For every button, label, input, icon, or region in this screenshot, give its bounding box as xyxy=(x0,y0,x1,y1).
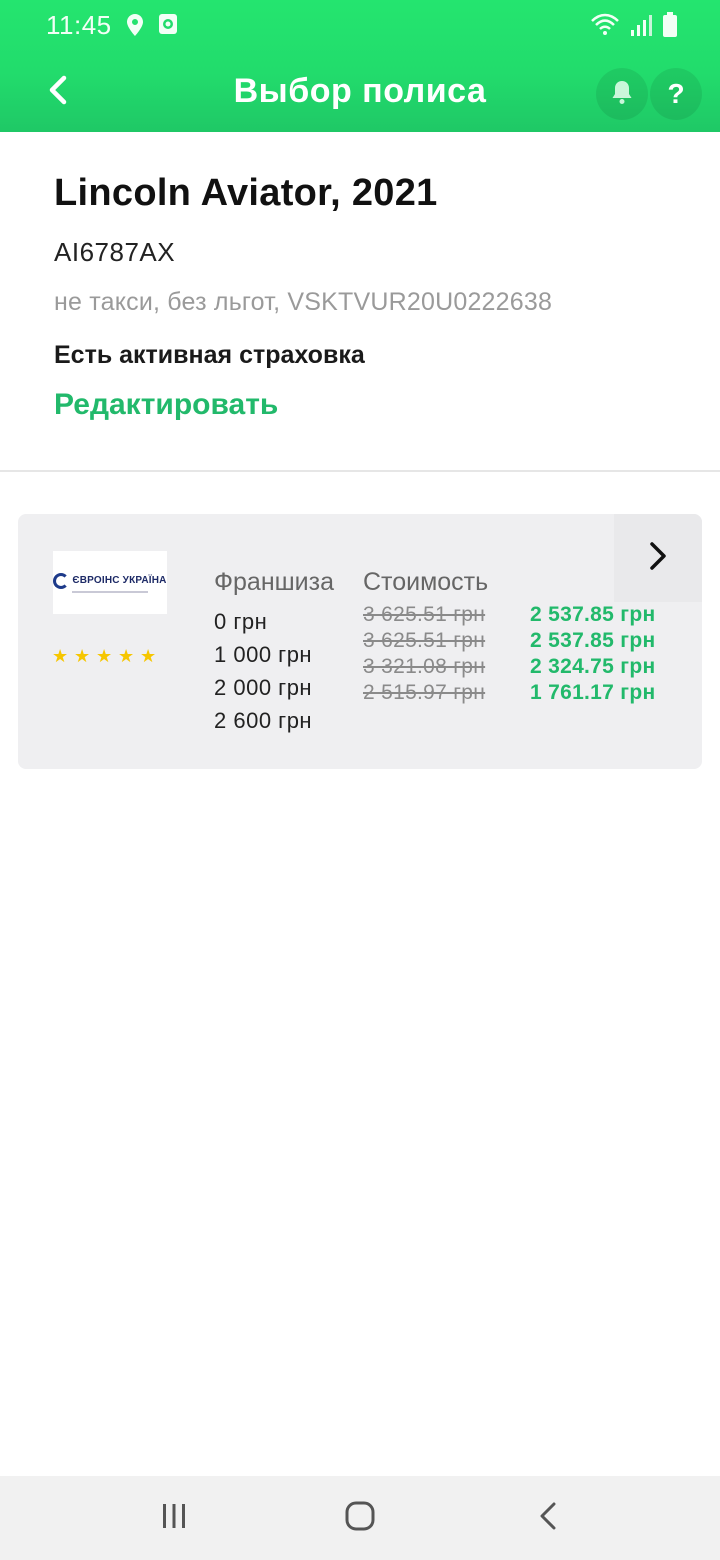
old-price: 3 625.51 грн xyxy=(363,629,486,652)
discounted-price: 2 537.85 грн xyxy=(530,629,656,652)
old-price: 2 515.97 грн xyxy=(363,681,486,704)
vehicle-info: Lincoln Aviator, 2021 AI6787AX не такси,… xyxy=(54,172,674,422)
insurance-status: Есть активная страховка xyxy=(54,341,365,369)
insurer-logo-mark xyxy=(53,572,70,589)
old-price: 3 321.08 грн xyxy=(363,655,486,678)
open-offer-button[interactable] xyxy=(614,514,702,602)
camera-notification-icon xyxy=(158,13,178,40)
battery-icon xyxy=(662,12,678,43)
wifi-icon xyxy=(590,13,620,42)
back-icon xyxy=(538,1501,558,1536)
franchise-list: 0 грн 1 000 грн 2 000 грн 2 600 грн xyxy=(214,608,312,740)
app-bar: Выбор полиса ? xyxy=(0,52,720,132)
star-icon: ★ xyxy=(52,646,69,666)
discounted-price: 1 761.17 грн xyxy=(530,681,656,704)
franchise-value: 2 000 грн xyxy=(214,675,313,700)
discounted-price: 2 537.85 грн xyxy=(530,603,656,626)
app-header: 11:45 Выбор полиса ? xyxy=(0,0,720,132)
franchise-value: 1 000 грн xyxy=(214,642,313,667)
notifications-button[interactable] xyxy=(596,68,648,120)
vehicle-name: Lincoln Aviator, 2021 xyxy=(54,172,438,214)
home-button[interactable] xyxy=(336,1494,384,1542)
insurer-logo-text: ЄВРОІНС УКРАЇНА xyxy=(72,575,167,586)
section-divider xyxy=(0,470,720,472)
franchise-value: 2 600 грн xyxy=(214,708,313,733)
status-bar: 11:45 xyxy=(0,0,720,52)
policy-offer-card[interactable]: ЄВРОІНС УКРАЇНА ★ ★ ★ ★ ★ Франшиза Стоим… xyxy=(18,514,702,769)
recent-apps-button[interactable] xyxy=(150,1494,198,1542)
home-icon xyxy=(344,1500,376,1537)
cost-header: Стоимость xyxy=(363,568,489,596)
status-time: 11:45 xyxy=(46,10,112,40)
signal-icon xyxy=(630,13,652,42)
discounted-price: 2 324.75 грн xyxy=(530,655,656,678)
star-icon: ★ xyxy=(96,646,113,666)
franchise-header: Франшиза xyxy=(214,568,335,596)
franchise-value: 0 грн xyxy=(214,609,268,634)
recent-apps-icon xyxy=(160,1502,188,1535)
star-icon: ★ xyxy=(118,646,135,666)
license-plate: AI6787AX xyxy=(54,237,176,267)
rating-stars: ★ ★ ★ ★ ★ xyxy=(52,647,158,665)
help-button[interactable]: ? xyxy=(650,68,702,120)
star-icon: ★ xyxy=(74,646,91,666)
star-icon: ★ xyxy=(140,646,157,666)
status-right-icons xyxy=(590,12,678,43)
insurer-logo-subline xyxy=(72,590,148,593)
location-icon xyxy=(126,13,144,42)
system-nav-bar xyxy=(0,1476,720,1560)
bell-icon xyxy=(611,79,633,110)
old-price-list: 3 625.51 грн 3 625.51 грн 3 321.08 грн 2… xyxy=(363,602,485,706)
system-back-button[interactable] xyxy=(524,1494,572,1542)
old-price: 3 625.51 грн xyxy=(363,603,486,626)
edit-button[interactable]: Редактировать xyxy=(54,388,278,422)
new-price-list: 2 537.85 грн 2 537.85 грн 2 324.75 грн 1… xyxy=(530,602,655,706)
vehicle-details: не такси, без льгот, VSKTVUR20U0222638 xyxy=(54,288,553,316)
insurer-logo: ЄВРОІНС УКРАЇНА xyxy=(53,551,167,614)
chevron-right-icon xyxy=(649,541,667,576)
